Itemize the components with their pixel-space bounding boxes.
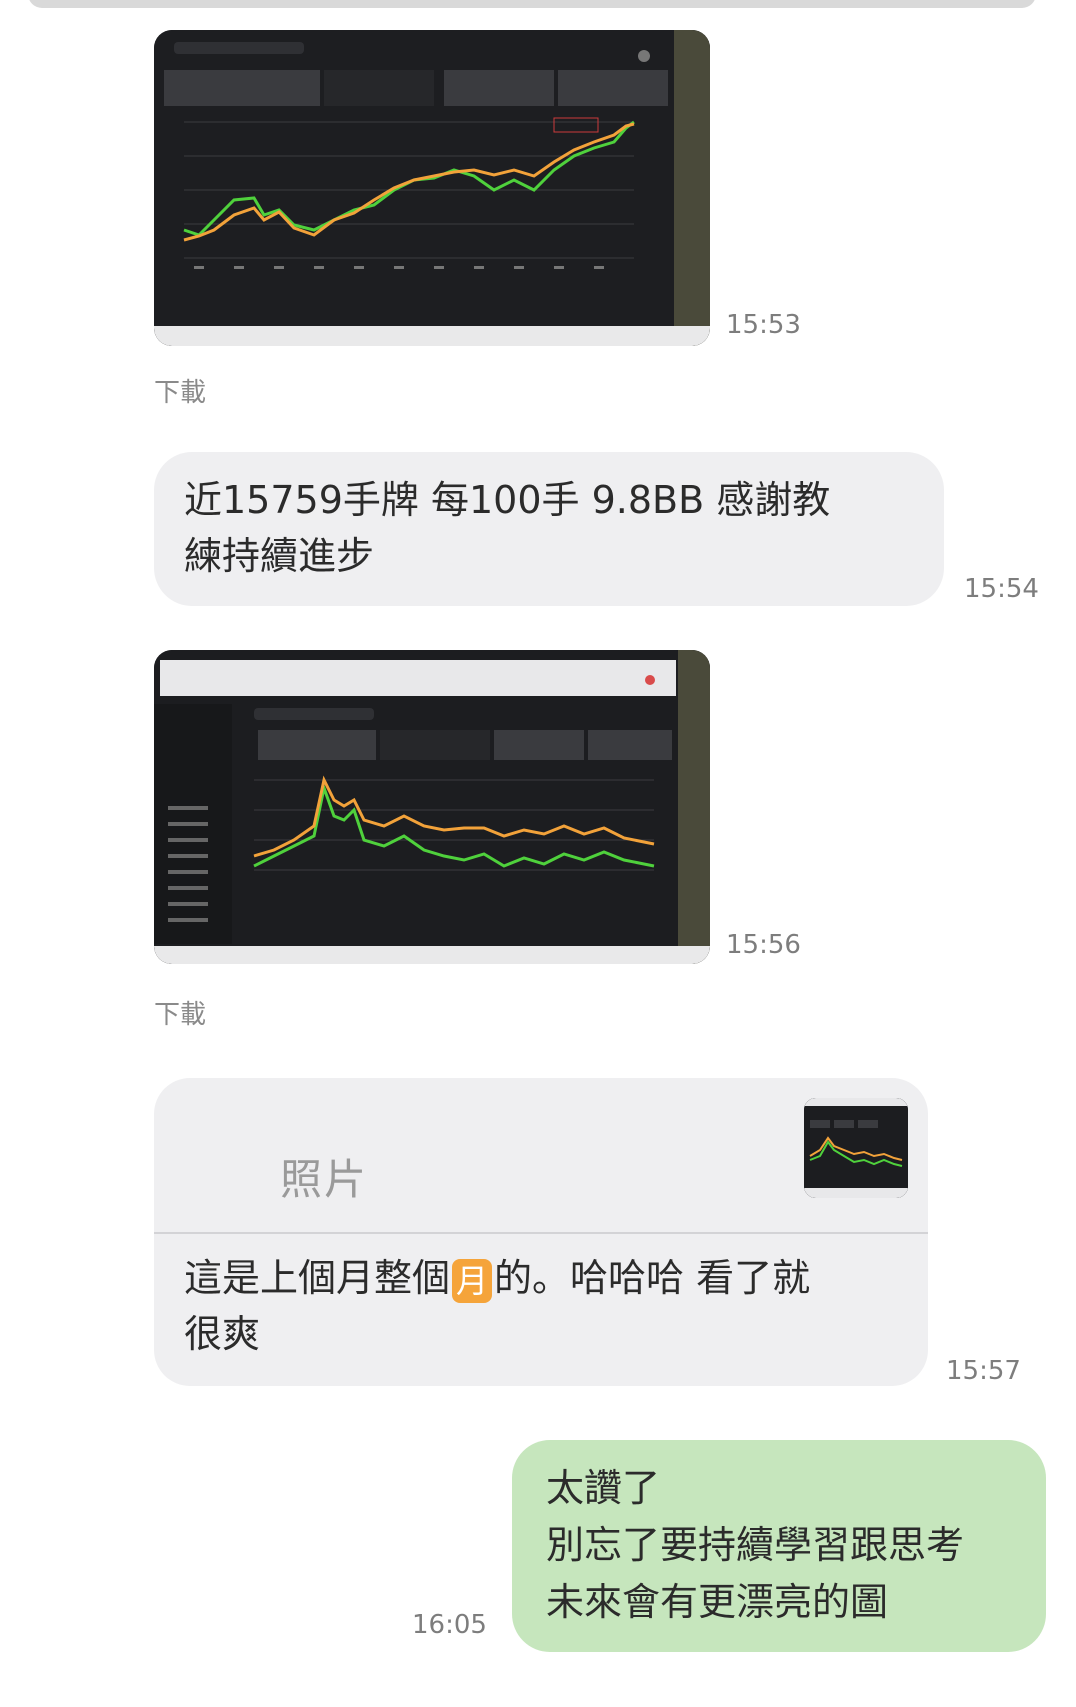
download-link[interactable]: 下載 bbox=[154, 994, 206, 1031]
quoted-message[interactable]: 照片 bbox=[154, 1078, 928, 1234]
top-bar-edge bbox=[28, 0, 1036, 8]
message-text-line: 很爽 bbox=[184, 1312, 261, 1356]
chat-photo-1[interactable] bbox=[154, 30, 710, 346]
own-message-bubble: 太讚了 別忘了要持續學習跟思考 未來會有更漂亮的圖 bbox=[512, 1440, 1046, 1652]
quoted-photo-thumbnail bbox=[804, 1098, 908, 1198]
message-text-line: 近15759手牌 每100手 9.8BB 感謝教 bbox=[184, 478, 831, 522]
message-time: 15:56 bbox=[726, 930, 801, 960]
message-time: 15:57 bbox=[946, 1356, 1021, 1386]
month-emoji-icon: 月 bbox=[452, 1258, 493, 1303]
message-text-segment: 的。哈哈哈 看了就 bbox=[494, 1256, 811, 1300]
message-text-line: 別忘了要持續學習跟思考 bbox=[546, 1523, 965, 1567]
chat-photo-2[interactable] bbox=[154, 650, 710, 964]
reply-message-text: 這是上個月整個月的。哈哈哈 看了就 很爽 bbox=[184, 1250, 898, 1362]
reply-message-bubble: 照片 這是上個月整個月的。哈哈哈 看了就 很爽 bbox=[154, 1078, 928, 1386]
message-text-line: 練持續進步 bbox=[184, 534, 375, 578]
message-text-line: 太讚了 bbox=[546, 1466, 661, 1510]
message-bubble: 近15759手牌 每100手 9.8BB 感謝教 練持續進步 bbox=[154, 452, 944, 606]
message-text-segment: 這是上個月整個 bbox=[184, 1256, 451, 1300]
download-link[interactable]: 下載 bbox=[154, 372, 206, 409]
message-time: 15:54 bbox=[964, 574, 1039, 604]
message-text-line: 這是上個月整個月的。哈哈哈 看了就 bbox=[184, 1250, 898, 1306]
quoted-message-label: 照片 bbox=[280, 1155, 369, 1204]
message-time: 16:05 bbox=[412, 1610, 487, 1640]
message-text-line: 未來會有更漂亮的圖 bbox=[546, 1580, 889, 1624]
message-time: 15:53 bbox=[726, 310, 801, 340]
